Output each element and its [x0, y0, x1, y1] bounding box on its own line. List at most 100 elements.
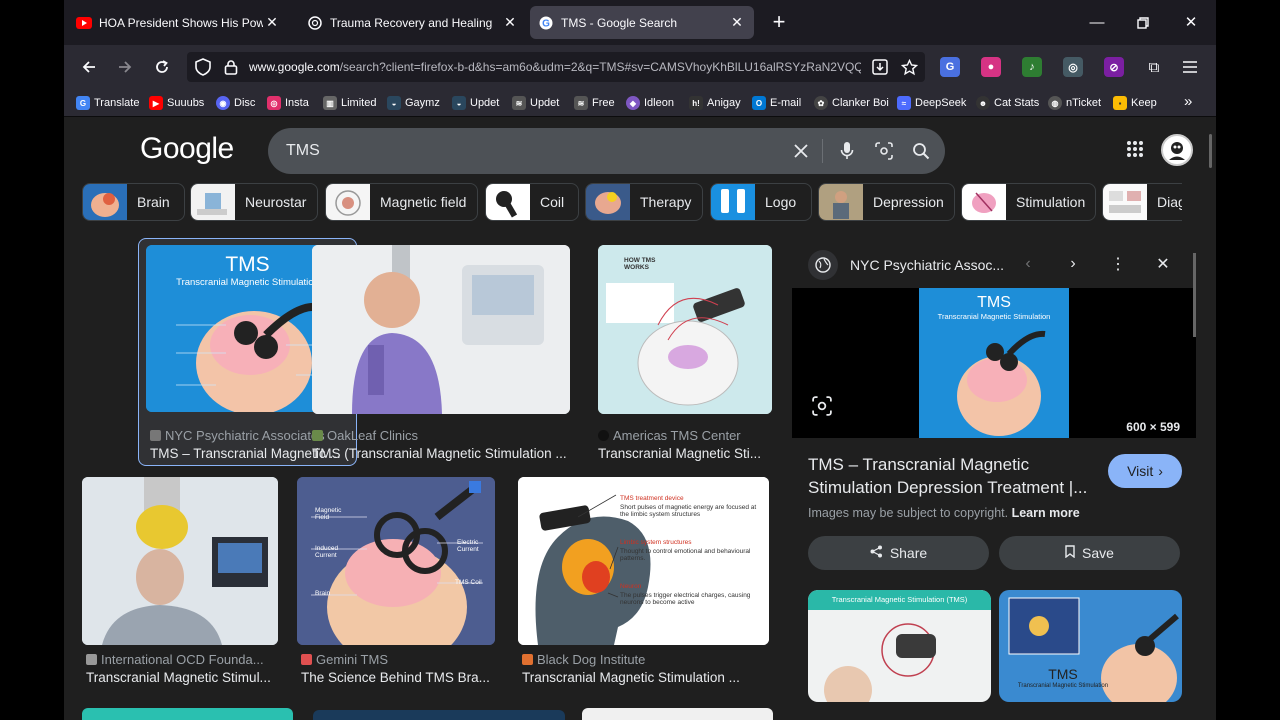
result-image-partial[interactable] — [82, 708, 293, 720]
extensions-puzzle-icon[interactable]: ⧉ — [1142, 55, 1166, 79]
panel-image-area[interactable]: TMS Transcranial Magnetic Stimulation 60… — [792, 288, 1196, 438]
result-card-ocd-foundation[interactable]: International OCD Founda... Transcranial… — [82, 477, 280, 692]
lock-icon[interactable] — [219, 55, 243, 79]
result-image[interactable]: Magnetic Field Induced Current Brain Ele… — [297, 477, 495, 645]
visit-button[interactable]: Visit › — [1108, 454, 1182, 488]
apps-grid-icon[interactable] — [1126, 140, 1148, 162]
result-source[interactable]: NYC Psychiatric Associates — [150, 428, 325, 443]
bookmark-suuubs[interactable]: ▶ Suuubs — [149, 95, 204, 111]
bookmark-deepseek[interactable]: ≈ DeepSeek — [897, 95, 966, 111]
chip-coil[interactable]: Coil — [485, 183, 579, 221]
tab-tms-search[interactable]: G TMS - Google Search ✕ — [530, 6, 754, 39]
bookmark-idleon[interactable]: ◆ Idleon — [626, 95, 674, 111]
panel-image[interactable]: TMS Transcranial Magnetic Stimulation — [919, 288, 1069, 438]
result-caption[interactable]: Transcranial Magnetic Stimul... — [86, 670, 280, 685]
close-icon[interactable]: ✕ — [263, 14, 281, 32]
bookmark-translate[interactable]: G Translate — [76, 95, 139, 111]
bookmark-nticket[interactable]: ◍ nTicket — [1048, 95, 1101, 111]
related-image-2[interactable]: TMS Transcranial Magnetic Stimulation — [999, 590, 1182, 702]
bookmark-insta[interactable]: ◎ Insta — [267, 95, 309, 111]
page-scrollbar[interactable] — [1209, 134, 1212, 168]
bookmark-clanker-boi[interactable]: ✿ Clanker Boi — [814, 95, 889, 111]
more-vert-icon[interactable]: ⋮ — [1106, 252, 1130, 276]
forward-icon[interactable] — [113, 55, 137, 79]
chip-depression[interactable]: Depression — [818, 183, 955, 221]
panel-close-icon[interactable]: ✕ — [1151, 252, 1175, 276]
restore-icon[interactable] — [1132, 12, 1154, 34]
close-icon[interactable]: ✕ — [728, 14, 746, 32]
bookmark-limited[interactable]: ▥ Limited — [323, 95, 376, 111]
result-caption[interactable]: Transcranial Magnetic Stimulation ... — [522, 670, 772, 685]
bookmark-updet-2[interactable]: ≋ Updet — [512, 95, 559, 111]
chip-neurostar[interactable]: Neurostar — [190, 183, 318, 221]
result-card-black-dog[interactable]: TMS treatment device Short pulses of mag… — [518, 477, 772, 692]
result-source[interactable]: OakLeaf Clinics — [312, 428, 418, 443]
bookmark-anigay[interactable]: h! Anigay — [689, 95, 741, 111]
tab-youtube[interactable]: HOA President Shows His Power - You ✕ — [68, 6, 289, 39]
minimize-icon[interactable]: — — [1086, 12, 1108, 34]
chip-stimulation[interactable]: Stimulation — [961, 183, 1096, 221]
extension-music-icon[interactable]: ♪ — [1022, 57, 1042, 77]
chip-magnetic-field[interactable]: Magnetic field — [325, 183, 478, 221]
result-image-partial[interactable] — [582, 708, 773, 720]
result-card-oakleaf[interactable]: OakLeaf Clinics TMS (Transcranial Magnet… — [308, 245, 578, 461]
previous-chevron-icon[interactable]: ‹ — [1016, 252, 1040, 276]
reload-icon[interactable] — [150, 55, 174, 79]
related-image-1[interactable]: Transcranial Magnetic Stimulation (TMS) — [808, 590, 991, 702]
result-source[interactable]: Black Dog Institute — [522, 652, 645, 667]
bookmark-cat-stats[interactable]: ☻ Cat Stats — [976, 95, 1039, 111]
result-caption[interactable]: TMS (Transcranial Magnetic Stimulation .… — [312, 446, 574, 461]
bookmark-free[interactable]: ≋ Free — [574, 95, 615, 111]
extension-glasses-icon[interactable]: ◎ — [1063, 57, 1083, 77]
result-image[interactable]: TMS treatment device Short pulses of mag… — [518, 477, 769, 645]
result-image[interactable] — [82, 477, 278, 645]
next-chevron-icon[interactable]: › — [1061, 252, 1085, 276]
result-card-americas-tms[interactable]: HOW TMS WORKS Americas TMS Center Transc… — [594, 245, 774, 461]
shield-icon[interactable] — [191, 55, 215, 79]
share-button[interactable]: Share — [808, 536, 989, 570]
chip-logo[interactable]: Logo — [710, 183, 812, 221]
extension-mic-icon[interactable]: ● — [981, 57, 1001, 77]
search-box[interactable] — [268, 128, 945, 174]
chevron-right-double-icon[interactable]: » — [1184, 93, 1192, 110]
save-button[interactable]: Save — [999, 536, 1180, 570]
chip-diag[interactable]: Diag — [1102, 183, 1182, 221]
bookmark-updet-1[interactable]: ◒ Updet — [452, 95, 499, 111]
lens-icon[interactable] — [873, 140, 895, 162]
result-source[interactable]: International OCD Founda... — [86, 652, 264, 667]
url-text[interactable]: www.google.com/search?client=firefox-b-d… — [249, 60, 861, 74]
result-card-gemini-tms[interactable]: Magnetic Field Induced Current Brain Ele… — [297, 477, 503, 692]
search-icon[interactable] — [910, 140, 932, 162]
result-image-partial[interactable] — [313, 710, 565, 720]
panel-header[interactable]: NYC Psychiatric Assoc... — [808, 250, 1004, 280]
avatar[interactable] — [1161, 134, 1193, 166]
google-logo[interactable]: Google — [140, 132, 234, 166]
download-icon[interactable] — [868, 55, 892, 79]
panel-title[interactable]: TMS – Transcranial Magnetic Stimulation … — [808, 453, 1098, 499]
result-image[interactable]: HOW TMS WORKS — [598, 245, 772, 414]
bookmark-gaymz[interactable]: ◒ Gaymz — [387, 95, 440, 111]
chip-brain[interactable]: Brain — [82, 183, 185, 221]
microphone-icon[interactable] — [836, 140, 858, 162]
chip-therapy[interactable]: Therapy — [585, 183, 703, 221]
learn-more-link[interactable]: Learn more — [1012, 506, 1080, 520]
result-source[interactable]: Gemini TMS — [301, 652, 388, 667]
result-caption[interactable]: Transcranial Magnetic Sti... — [598, 446, 774, 461]
bookmark-keep[interactable]: ▪ Keep — [1113, 95, 1157, 111]
close-icon[interactable]: ✕ — [501, 14, 519, 32]
bookmark-star-icon[interactable] — [897, 55, 921, 79]
extension-ban-icon[interactable]: ⊘ — [1104, 57, 1124, 77]
back-icon[interactable] — [77, 55, 101, 79]
new-tab-button[interactable]: + — [768, 11, 790, 34]
bookmark-email[interactable]: O E-mail — [752, 95, 801, 111]
result-caption[interactable]: The Science Behind TMS Bra... — [301, 670, 501, 685]
tab-trauma[interactable]: Trauma Recovery and Healing ✕ — [299, 6, 527, 39]
panel-scrollbar[interactable] — [1193, 253, 1196, 337]
search-input[interactable] — [286, 140, 766, 162]
panel-source[interactable]: NYC Psychiatric Assoc... — [850, 257, 1004, 273]
result-image[interactable] — [312, 245, 570, 414]
clear-icon[interactable] — [790, 140, 812, 162]
lens-icon[interactable] — [812, 396, 834, 418]
result-source[interactable]: Americas TMS Center — [598, 428, 741, 443]
window-close-icon[interactable]: ✕ — [1180, 12, 1202, 34]
